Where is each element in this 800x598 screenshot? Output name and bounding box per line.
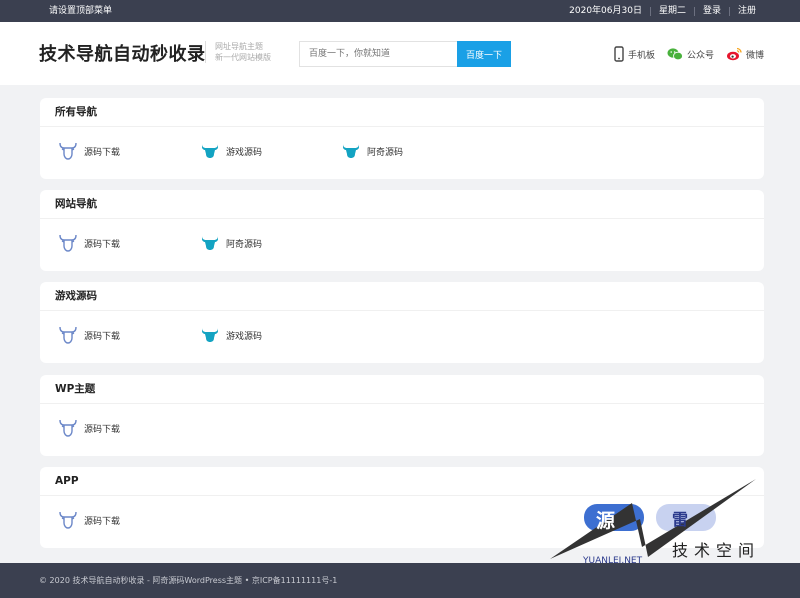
phone-icon: [614, 46, 624, 62]
nav-link-label: 源码下载: [84, 147, 121, 158]
watermark-url: YUANLEI.NET: [583, 556, 643, 566]
site-logo[interactable]: 技术导航自动秒收录: [39, 40, 206, 66]
wechat-link[interactable]: 公众号: [667, 47, 714, 61]
nav-link-label: 游戏源码: [226, 331, 263, 342]
login-link[interactable]: 登录: [695, 0, 729, 22]
bull-outline-icon: [59, 142, 77, 160]
watermark-subtitle: 技术空间: [672, 541, 761, 560]
search-box: 百度一下: [299, 41, 511, 67]
bull-outline-icon: [59, 419, 77, 437]
top-bar: 请设置顶部菜单 2020年06月30日 星期二 登录 注册: [0, 0, 800, 22]
nav-link[interactable]: 源码下载: [58, 233, 120, 253]
weibo-link[interactable]: 微博: [726, 47, 764, 61]
nav-link[interactable]: 源码下载: [58, 141, 120, 161]
wechat-link-label: 公众号: [686, 50, 714, 61]
search-input[interactable]: [299, 41, 457, 67]
nav-link[interactable]: 游戏源码: [200, 325, 262, 345]
section-card-wp-themes: WP主题 源码下载: [40, 375, 764, 456]
nav-link-label: 源码下载: [84, 516, 121, 527]
section-title: 所有导航: [40, 98, 764, 127]
bull-outline-icon: [59, 234, 77, 252]
bull-filled-icon: [202, 144, 218, 158]
mobile-link-label: 手机板: [627, 50, 655, 61]
header-links: 手机板 公众号 微博: [602, 46, 764, 62]
weekday-text: 星期二: [658, 6, 686, 16]
nav-link[interactable]: 源码下载: [58, 510, 120, 530]
section-card-website: 网站导航 源码下载 阿奇源码: [40, 190, 764, 271]
nav-link[interactable]: 阿奇源码: [200, 233, 262, 253]
bull-filled-icon: [202, 236, 218, 250]
weibo-icon: [726, 47, 742, 61]
nav-link-label: 阿奇源码: [367, 147, 404, 158]
search-button[interactable]: 百度一下: [457, 41, 511, 67]
mobile-link[interactable]: 手机板: [614, 46, 655, 62]
watermark-char-1: 源: [596, 510, 616, 532]
nav-link-label: 阿奇源码: [226, 239, 263, 250]
nav-link-label: 源码下载: [84, 424, 121, 435]
weibo-link-label: 微博: [745, 50, 764, 61]
site-header: 技术导航自动秒收录 网址导航主题 新一代网站模版 百度一下 手机板 公众号: [0, 22, 800, 85]
nav-link[interactable]: 源码下载: [58, 418, 120, 438]
section-title: WP主题: [40, 375, 764, 404]
tagline-line-2: 新一代网站模版: [215, 53, 271, 62]
bull-filled-icon: [343, 144, 359, 158]
nav-link-label: 源码下载: [84, 331, 121, 342]
section-card-all: 所有导航 源码下载 游戏源码 阿奇源码: [40, 98, 764, 179]
top-menu-link[interactable]: 请设置顶部菜单: [49, 0, 112, 22]
watermark-char-2: 雷: [672, 510, 689, 529]
section-title: 游戏源码: [40, 282, 764, 311]
section-card-games: 游戏源码 源码下载 游戏源码: [40, 282, 764, 363]
date-text: 2020年06月30日: [569, 6, 642, 16]
register-link[interactable]: 注册: [730, 0, 764, 22]
bull-outline-icon: [59, 326, 77, 344]
section-title: 网站导航: [40, 190, 764, 219]
nav-link[interactable]: 游戏源码: [200, 141, 262, 161]
top-bar-right: 2020年06月30日 星期二 登录 注册: [561, 0, 764, 22]
nav-link-label: 游戏源码: [226, 147, 263, 158]
bull-filled-icon: [202, 328, 218, 342]
nav-link-label: 源码下载: [84, 239, 121, 250]
nav-link[interactable]: 源码下载: [58, 325, 120, 345]
nav-link[interactable]: 阿奇源码: [341, 141, 403, 161]
tagline-line-1: 网址导航主题: [215, 42, 263, 51]
bull-outline-icon: [59, 511, 77, 529]
site-tagline: 网址导航主题 新一代网站模版: [205, 41, 271, 63]
wechat-icon: [667, 48, 683, 61]
